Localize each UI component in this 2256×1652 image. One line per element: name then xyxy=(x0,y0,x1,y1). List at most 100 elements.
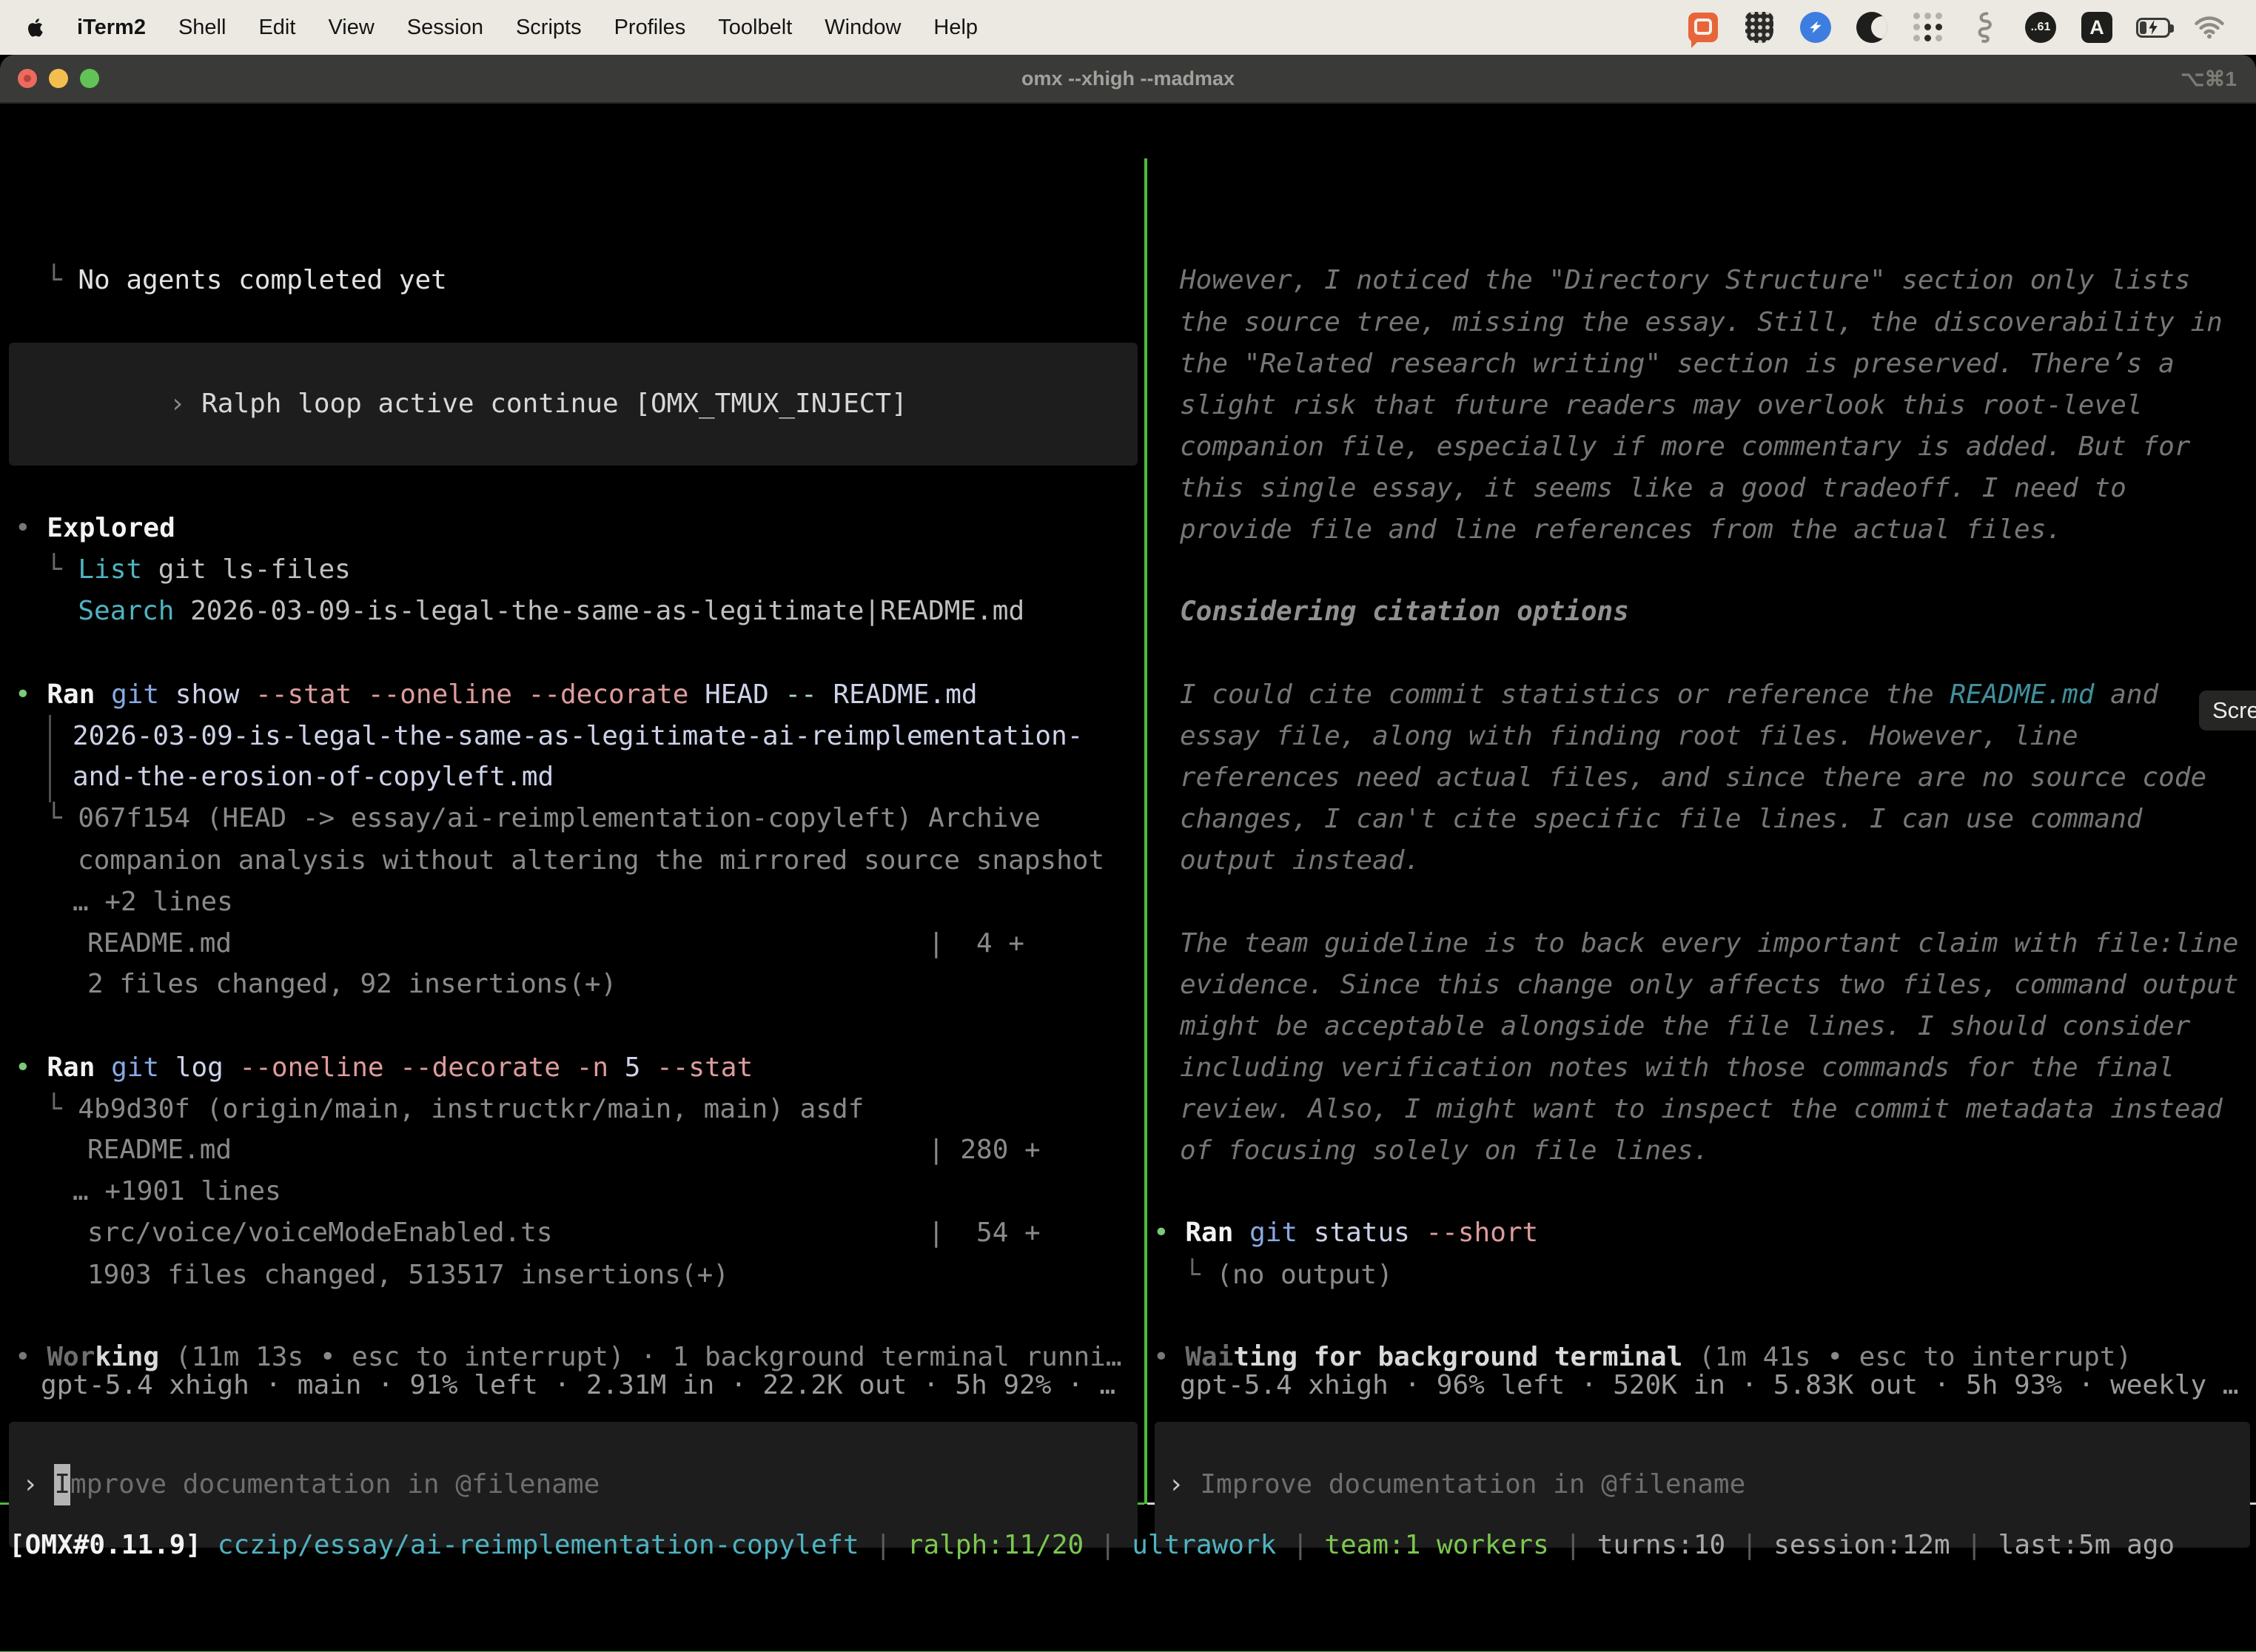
menu-item-profiles[interactable]: Profiles xyxy=(598,16,702,39)
terminal-line: … +1901 lines xyxy=(73,1171,281,1212)
right-pane-status: gpt-5.4 xhigh · 96% left · 520K in · 5.8… xyxy=(1180,1365,2238,1406)
terminal-line: | 4 + xyxy=(928,923,1024,964)
traffic-lights xyxy=(0,69,99,88)
battery-charging-icon[interactable] xyxy=(2136,10,2170,44)
terminal-line: essay file, along with finding root file… xyxy=(1180,716,2078,757)
terminal-line: • Ran git log --oneline --decorate -n 5 … xyxy=(15,1047,753,1089)
window-title-bar[interactable]: omx --xhigh --madmax ⌥⌘1 xyxy=(0,55,2256,104)
terminal-line: README.md xyxy=(87,923,232,964)
terminal-line: README.md xyxy=(87,1129,232,1171)
terminal-line: The team guideline is to back every impo… xyxy=(1180,923,2238,964)
terminal-line: of focusing solely on file lines. xyxy=(1180,1130,1709,1172)
pane-divider[interactable] xyxy=(1144,158,1147,1504)
chat-icon[interactable] xyxy=(1686,10,1720,44)
terminal-line: and-the-erosion-of-copyleft.md xyxy=(73,756,554,798)
crescent-body xyxy=(1856,12,1887,43)
badge-icon-circle xyxy=(1800,12,1831,43)
zoom-button[interactable] xyxy=(80,69,99,88)
terminal-line: the "Related research writing" section i… xyxy=(1180,343,2175,385)
inject-prompt-text: Ralph loop active continue [OMX_TMUX_INJ… xyxy=(201,389,907,419)
iterm-window: omx --xhigh --madmax ⌥⌘1 › Ralph loop ac… xyxy=(0,55,2256,1652)
chat-icon-tail xyxy=(1691,41,1699,48)
terminal-line: • Ran git show --stat --oneline --decora… xyxy=(15,674,978,716)
window-shortcut: ⌥⌘1 xyxy=(2181,67,2237,91)
terminal-line: evidence. Since this change only affects… xyxy=(1180,964,2238,1006)
menu-item-iterm2[interactable]: iTerm2 xyxy=(61,16,162,39)
terminal-line: 2026-03-09-is-legal-the-same-as-legitima… xyxy=(73,716,1083,757)
terminal-line: I could cite commit statistics or refere… xyxy=(1180,674,2158,716)
terminal-line: might be acceptable alongside the file l… xyxy=(1180,1006,2190,1047)
menu-item-session[interactable]: Session xyxy=(391,16,500,39)
terminal-line: companion file, especially if more comme… xyxy=(1180,426,2190,468)
terminal-area[interactable]: › Ralph loop active continue [OMX_TMUX_I… xyxy=(0,158,2256,1652)
inject-prompt-chevron: › xyxy=(169,389,201,419)
battery-level xyxy=(2140,21,2146,34)
terminal-line: 2 files changed, 92 insertions(+) xyxy=(87,964,617,1005)
percent-circle-icon[interactable]: ..61 xyxy=(2024,10,2058,44)
terminal-line: review. Also, I might want to inspect th… xyxy=(1180,1089,2223,1130)
shield-grid-body xyxy=(1745,12,1773,43)
terminal-line: changes, I can't cite specific file line… xyxy=(1180,799,2142,840)
terminal-line: references need actual files, and since … xyxy=(1180,757,2206,799)
screen-tooltip: Scre xyxy=(2199,691,2256,731)
close-button[interactable] xyxy=(18,69,37,88)
terminal-line: src/voice/voiceModeEnabled.ts xyxy=(87,1212,553,1254)
percent-badge: ..61 xyxy=(2025,12,2056,43)
terminal-line: the source tree, missing the essay. Stil… xyxy=(1180,302,2223,343)
terminal-line: However, I noticed the "Directory Struct… xyxy=(1180,260,2190,301)
dots-grid-body xyxy=(1913,13,1943,42)
left-input-cursor: I xyxy=(54,1464,70,1505)
terminal-line: including verification notes with those … xyxy=(1180,1047,2175,1089)
menu-bar-left: iTerm2ShellEditViewSessionScriptsProfile… xyxy=(0,13,994,42)
right-input-placeholder: Improve documentation in @filename xyxy=(1200,1464,1745,1505)
minimize-button[interactable] xyxy=(49,69,68,88)
terminal-line: companion analysis without altering the … xyxy=(78,840,1104,882)
terminal-line: └ No agents completed yet xyxy=(46,260,447,301)
terminal-line: output instead. xyxy=(1180,840,1420,882)
screen: iTerm2ShellEditViewSessionScriptsProfile… xyxy=(0,0,2256,1652)
terminal-line: Search 2026-03-09-is-legal-the-same-as-l… xyxy=(46,591,1024,632)
letter-badge: A xyxy=(2081,12,2112,43)
wifi-icon[interactable] xyxy=(2192,10,2226,44)
terminal-line: this single essay, it seems like a good … xyxy=(1180,468,2126,509)
menu-item-shell[interactable]: Shell xyxy=(162,16,243,39)
omx-status-line: [OMX#0.11.9] cczip/essay/ai-reimplementa… xyxy=(9,1525,2175,1566)
crescent-icon[interactable] xyxy=(1855,10,1889,44)
menu-item-edit[interactable]: Edit xyxy=(242,16,312,39)
menu-item-window[interactable]: Window xyxy=(808,16,917,39)
squiggle-icon[interactable] xyxy=(1967,10,2001,44)
badge-icon[interactable] xyxy=(1799,10,1833,44)
terminal-line: provide file and line references from th… xyxy=(1180,509,2062,551)
menu-item-help[interactable]: Help xyxy=(917,16,994,39)
menu-item-view[interactable]: View xyxy=(312,16,390,39)
left-pane-status: gpt-5.4 xhigh · main · 91% left · 2.31M … xyxy=(41,1365,1115,1406)
chat-icon-box xyxy=(1688,13,1718,42)
chat-icon-inner xyxy=(1694,19,1712,35)
menu-item-toolbelt[interactable]: Toolbelt xyxy=(702,16,808,39)
battery-body xyxy=(2136,18,2170,38)
terminal-line: └ List git ls-files xyxy=(46,549,351,591)
terminal-line: | 54 + xyxy=(928,1212,1041,1254)
shield-grid-icon[interactable] xyxy=(1742,10,1776,44)
terminal-line: … +2 lines xyxy=(73,882,233,923)
right-input-chevron: › xyxy=(1155,1464,1200,1505)
menu-item-scripts[interactable]: Scripts xyxy=(500,16,598,39)
menu-bar: iTerm2ShellEditViewSessionScriptsProfile… xyxy=(0,0,2256,55)
inject-prompt-box[interactable]: › Ralph loop active continue [OMX_TMUX_I… xyxy=(9,343,1138,466)
terminal-line: Considering citation options xyxy=(1180,591,1629,633)
left-input-placeholder: mprove documentation in @filename xyxy=(70,1464,600,1505)
window-title: omx --xhigh --madmax xyxy=(1021,67,1235,90)
terminal-line: └ 4b9d30f (origin/main, instructkr/main,… xyxy=(46,1089,864,1130)
dots-grid-icon[interactable] xyxy=(1911,10,1945,44)
terminal-line: | 280 + xyxy=(928,1129,1041,1171)
terminal-line: • Ran git status --short xyxy=(1153,1212,1538,1254)
terminal-line: • Explored xyxy=(15,508,175,549)
letter-a-icon[interactable]: A xyxy=(2080,10,2114,44)
apple-menu-icon[interactable] xyxy=(25,13,50,42)
terminal-line: slight risk that future readers may over… xyxy=(1180,385,2142,426)
menu-bar-status-icons: ..61 A xyxy=(1686,10,2256,44)
terminal-line: └ 067f154 (HEAD -> essay/ai-reimplementa… xyxy=(46,798,1041,839)
terminal-line: 1903 files changed, 513517 insertions(+) xyxy=(87,1255,729,1296)
left-input-chevron: › xyxy=(9,1464,54,1505)
terminal-line: └ (no output) xyxy=(1184,1255,1393,1296)
